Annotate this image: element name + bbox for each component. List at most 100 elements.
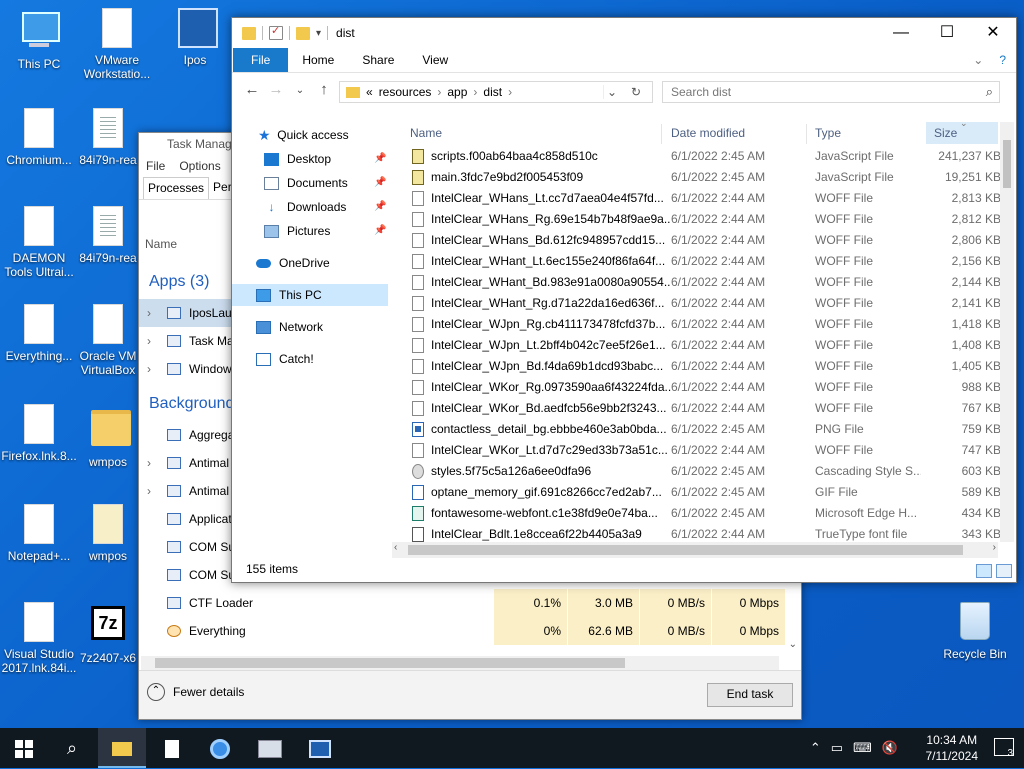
scrollbar-thumb[interactable] [408, 545, 963, 555]
file-row[interactable]: IntelClear_WKor_Lt.d7d7c29ed33b73a51c...… [406, 440, 1002, 461]
column-header-type[interactable]: Type [815, 122, 841, 144]
file-row[interactable]: IntelClear_WHant_Rg.d71a22da16ed636f... 6… [406, 293, 1002, 314]
nav-catch[interactable]: Catch! [256, 348, 314, 370]
chevron-right-icon[interactable]: › [437, 85, 441, 99]
tab-processes[interactable]: Processes [143, 177, 210, 199]
properties-icon[interactable] [269, 24, 283, 40]
scroll-down-icon[interactable]: ⌄ [789, 639, 797, 650]
desktop-icon-this-pc[interactable]: This PC [0, 8, 78, 71]
address-dropdown-icon[interactable]: ⌄ [603, 85, 620, 99]
nav-this-pc[interactable]: This PC [232, 284, 388, 306]
search-button[interactable]: ⌕ [48, 728, 96, 768]
file-row[interactable]: IntelClear_WKor_Bd.aedfcb56e9bb2f3243...… [406, 398, 1002, 419]
chevron-right-icon[interactable]: › [147, 327, 151, 355]
chevron-right-icon[interactable]: › [147, 477, 151, 505]
taskbar-ipos[interactable] [296, 728, 344, 768]
tab-home[interactable]: Home [288, 48, 348, 72]
file-row[interactable]: scripts.f00ab64baa4c858d510c 6/1/2022 2:4… [406, 146, 1002, 167]
scroll-right-icon[interactable]: › [993, 542, 996, 553]
process-row[interactable]: CTF Loader 0.1% 3.0 MB 0 MB/s 0 Mbps [139, 589, 801, 617]
details-view-icon[interactable] [976, 564, 992, 578]
file-row[interactable]: styles.5f75c5a126a6ee0dfa96 6/1/2022 2:45… [406, 461, 1002, 482]
refresh-icon[interactable]: ↻ [626, 85, 646, 99]
column-header-name[interactable]: Name [145, 237, 177, 251]
file-row[interactable]: IntelClear_WJpn_Lt.2bff4b042c7ee5f26e1..… [406, 335, 1002, 356]
chevron-right-icon[interactable]: › [147, 299, 151, 327]
nav-quick-access[interactable]: ★ Quick access [258, 124, 349, 146]
nav-network[interactable]: Network [256, 316, 323, 338]
chevron-right-icon[interactable]: › [147, 449, 151, 477]
desktop-icon-chromium[interactable]: Chromium... [0, 108, 78, 167]
scroll-left-icon[interactable]: ‹ [394, 542, 397, 553]
file-row[interactable]: main.3fdc7e9bd2f005453f09 6/1/2022 2:45 A… [406, 167, 1002, 188]
file-explorer-window[interactable]: ▾ dist — ☐ ✕ File Home Share View ⌄ ? ← … [231, 17, 1017, 583]
expand-ribbon-icon[interactable]: ⌄ [973, 48, 983, 72]
horizontal-scrollbar[interactable] [141, 656, 779, 670]
menu-options[interactable]: Options [179, 155, 220, 177]
column-header-name[interactable]: Name [410, 122, 442, 144]
chevron-right-icon[interactable]: › [147, 355, 151, 383]
search-box[interactable]: Search dist ⌕ [662, 81, 1000, 103]
tab-share[interactable]: Share [348, 48, 408, 72]
file-row[interactable]: IntelClear_WJpn_Rg.cb411173478fcfd37b...… [406, 314, 1002, 335]
fewer-details-button[interactable]: ⌃ Fewer details [147, 683, 244, 701]
chevron-right-icon[interactable]: › [508, 85, 512, 99]
network-status-icon[interactable]: ▭ [831, 728, 843, 768]
new-folder-icon[interactable] [296, 26, 310, 40]
horizontal-scrollbar[interactable]: ‹ › [392, 542, 998, 558]
column-divider[interactable] [806, 124, 807, 144]
column-divider[interactable] [661, 124, 662, 144]
desktop-icon-wmpos-2[interactable]: wmpos [78, 504, 138, 563]
pin-icon[interactable]: 📌 [374, 196, 386, 218]
file-row[interactable]: IntelClear_WHant_Lt.6ec155e240f86fa64f..… [406, 251, 1002, 272]
file-row[interactable]: IntelClear_WHant_Bd.983e91a0080a90554...… [406, 272, 1002, 293]
desktop-icon-recycle-bin[interactable]: Recycle Bin [936, 602, 1014, 661]
desktop-icon-vmware[interactable]: VMware Workstatio... [78, 8, 156, 81]
chevron-up-icon[interactable]: ⌃ [810, 728, 821, 768]
pin-icon[interactable]: 📌 [374, 220, 386, 242]
taskbar-chromium[interactable] [196, 728, 244, 768]
nav-desktop[interactable]: Desktop 📌 [264, 148, 392, 170]
file-row[interactable]: IntelClear_WJpn_Bd.f4da69b1dcd93babc... 6… [406, 356, 1002, 377]
pin-icon[interactable]: 📌 [374, 148, 386, 170]
recent-locations-icon[interactable]: ⌄ [288, 81, 312, 101]
close-button[interactable]: ✕ [970, 18, 1016, 48]
back-button[interactable]: ← [240, 81, 264, 101]
desktop-icon-daemon-tools[interactable]: DAEMON Tools Ultrai... [0, 206, 78, 279]
desktop-icon-firefox[interactable]: Firefox.lnk.8... [0, 404, 78, 463]
file-row[interactable]: optane_memory_gif.691c8266cc7ed2ab7... 6/… [406, 482, 1002, 503]
column-header-date[interactable]: Date modified [671, 122, 745, 144]
scrollbar-thumb[interactable] [1003, 140, 1011, 188]
clock[interactable]: 10:34 AM 7/11/2024 [926, 732, 979, 764]
desktop-icon-everything[interactable]: Everything... [0, 304, 78, 363]
taskbar-file-explorer[interactable] [98, 728, 146, 768]
desktop-icon-84i79n-2[interactable]: 84i79n-rea [78, 206, 138, 265]
breadcrumb-resources[interactable]: resources [379, 85, 432, 99]
minimize-button[interactable]: — [878, 18, 924, 48]
file-row[interactable]: IntelClear_Bdlt.1e8ccea6f22b4405a3a9 6/1/… [406, 524, 1002, 542]
file-row[interactable]: IntelClear_WKor_Rg.0973590aa6f43224fda..… [406, 377, 1002, 398]
volume-muted-icon[interactable]: 🔇 [882, 728, 898, 768]
desktop-icon-visual-studio[interactable]: Visual Studio 2017.lnk.84i... [0, 602, 78, 675]
tab-view[interactable]: View [408, 48, 462, 72]
start-button[interactable] [0, 728, 48, 768]
desktop-icon-virtualbox[interactable]: Oracle VM VirtualBox [78, 304, 138, 377]
desktop-icon-7zip[interactable]: 7z 7z2407-x6 [78, 602, 138, 665]
maximize-button[interactable]: ☐ [924, 18, 970, 48]
desktop-icon-wmpos-1[interactable]: wmpos [78, 404, 138, 469]
column-header-size[interactable]: Size ⌄ [926, 122, 998, 144]
breadcrumb-overflow[interactable]: « [366, 85, 373, 99]
desktop-icon-notepad[interactable]: Notepad+... [0, 504, 78, 563]
up-button[interactable]: ↑ [312, 81, 336, 101]
menu-file[interactable]: File [146, 155, 165, 177]
file-row[interactable]: contactless_detail_bg.ebbbe460e3ab0bda..… [406, 419, 1002, 440]
file-row[interactable]: IntelClear_WHans_Rg.69e154b7b48f9ae9a...… [406, 209, 1002, 230]
chevron-right-icon[interactable]: › [473, 85, 477, 99]
help-icon[interactable]: ? [999, 48, 1006, 72]
file-row[interactable]: fontawesome-webfont.c1e38fd9e0e74ba... 6/… [406, 503, 1002, 524]
nav-pictures[interactable]: Pictures 📌 [264, 220, 392, 242]
large-icons-view-icon[interactable] [996, 564, 1012, 578]
notification-center-button[interactable]: 3 [994, 738, 1014, 759]
file-row[interactable]: IntelClear_WHans_Bd.612fc948957cdd15... 6… [406, 230, 1002, 251]
taskbar-task-manager[interactable] [246, 728, 294, 768]
